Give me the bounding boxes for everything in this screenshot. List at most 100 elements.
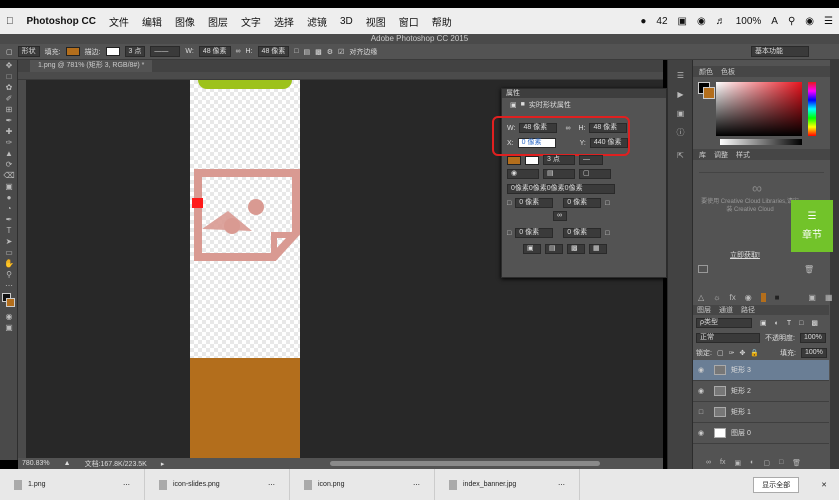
hand-tool-icon[interactable]: ✋ [0,258,18,269]
adjust-dark-swatch-icon[interactable]: ■ [775,293,780,302]
new-group-icon[interactable]: ▢ [763,459,770,467]
add-mask-icon[interactable]: ▣ [734,459,741,467]
status-menu-icon[interactable]: ▸ [161,460,165,468]
width-field[interactable]: 48 像素 [198,46,231,57]
quick-select-tool-icon[interactable]: ✐ [0,93,18,104]
filter-type-icon[interactable]: T [787,320,791,327]
hue-slider[interactable] [808,82,816,136]
tab-swatches[interactable]: 色板 [721,67,735,77]
menu-window[interactable]: 窗口 [399,14,419,29]
adjustment-layer-icon[interactable]: ◐ [750,459,754,467]
gear-icon[interactable]: ⚙ [327,48,333,56]
show-all-button[interactable]: 显示全部 [753,476,800,493]
apple-icon[interactable]:  [6,16,14,27]
layer-row[interactable]: ◉ 矩形 3 [693,360,829,381]
menu-select[interactable]: 选择 [274,14,294,29]
properties-panel-icon[interactable]: ▣ [668,108,693,119]
input-lang[interactable]: A [771,16,778,27]
delete-layer-icon[interactable]: 🗑 [792,459,801,467]
corner-tr-field[interactable]: 0 像素 [563,198,602,208]
corner-tl-field[interactable]: 0 像素 [515,198,554,208]
tab-color[interactable]: 颜色 [699,67,713,77]
download-item[interactable]: index_banner.jpg ⋯ [435,469,580,500]
exclude-shape-icon[interactable]: ▦ [589,244,607,254]
menu-filter[interactable]: 滤镜 [307,14,327,29]
tab-channels[interactable]: 通道 [719,305,733,315]
layer-fill-field[interactable]: 100% [801,348,827,358]
stroke-align-select[interactable]: ◉ [507,169,539,179]
battery-percent[interactable]: 100% [736,16,762,27]
stroke-join-select[interactable]: ▢ [579,169,611,179]
path-ops-icon[interactable]: □ [294,48,298,55]
adjust-mask-icon[interactable]: ◉ [745,293,752,302]
gradient-tool-icon[interactable]: ▣ [0,181,18,192]
layer-name[interactable]: 矩形 3 [731,365,751,375]
grayscale-ramp[interactable] [720,139,802,145]
tab-libraries[interactable]: 库 [699,150,706,160]
corner-br-field[interactable]: 0 像素 [563,228,602,238]
zoom-level[interactable]: 780.83% [22,460,50,467]
tab-paths[interactable]: 路径 [741,305,755,315]
shape-mode-select[interactable]: 形状 [17,46,40,57]
adjust-brightness-icon[interactable]: ☼ [713,293,720,302]
menu-list-icon[interactable]: ☰ [824,16,833,27]
type-tool-icon[interactable]: T [0,225,18,236]
layer-row[interactable]: ◉ 矩形 2 [693,381,829,402]
filter-smart-icon[interactable]: ▩ [811,319,818,327]
volume-icon[interactable]: ♬ [716,16,726,27]
dodge-tool-icon[interactable]: ◔ [0,203,18,214]
zoom-tool-icon[interactable]: ⚲ [0,269,18,280]
layer-filter-select[interactable]: ρ类型 [696,318,752,328]
download-filename[interactable]: 1.png [28,481,46,488]
healing-tool-icon[interactable]: ✚ [0,126,18,137]
quick-mask-icon[interactable]: ◉ [0,311,18,322]
background-color-swatch[interactable] [6,298,15,307]
screen-mode-icon[interactable]: ▣ [0,322,18,333]
path-align-icon[interactable]: ▤ [304,48,311,56]
menu-3d[interactable]: 3D [340,16,353,27]
layer-row[interactable]: □ 矩形 1 [693,402,829,423]
marquee-tool-icon[interactable]: □ [0,71,18,82]
adjust-levels-icon[interactable]: △ [698,293,704,302]
eye-icon[interactable]: ◉ [693,387,709,395]
color-picker-field[interactable] [716,82,802,136]
info-panel-icon[interactable]: ⓘ [668,127,693,138]
layer-name[interactable]: 矩形 2 [731,386,751,396]
layer-row[interactable]: ◉ 图层 0 [693,423,829,444]
mask-props-icon[interactable]: ■ [521,101,525,108]
tab-adjustments[interactable]: 调整 [714,150,728,160]
filter-shape-icon[interactable]: □ [799,320,803,327]
corner-link-icon[interactable]: ∞ [553,211,567,221]
menu-help[interactable]: 帮助 [432,14,452,29]
download-filename[interactable]: icon.png [318,481,344,488]
lock-transparent-icon[interactable]: ▢ [717,349,724,357]
fill-swatch[interactable] [65,47,80,56]
pen-tool-icon[interactable]: ✒ [0,214,18,225]
move-tool-icon[interactable]: ✥ [0,60,18,71]
stroke-width-field[interactable]: 3 点 [124,46,146,57]
brush-tool-icon[interactable]: ✑ [0,137,18,148]
tab-layers[interactable]: 图层 [697,305,711,315]
adjust-fx-icon[interactable]: fx [730,293,736,302]
prop-stroke-width-field[interactable]: 3 点 [543,155,575,165]
path-arrange-icon[interactable]: ▩ [315,48,322,56]
menu-layer[interactable]: 图层 [208,14,228,29]
more-icon[interactable]: ⋯ [558,481,565,489]
menu-app-name[interactable]: Photoshop CC [27,16,96,27]
siri-icon[interactable]: ◉ [805,16,814,27]
shape-tool-icon[interactable]: ▭ [0,247,18,258]
library-folder-icon[interactable] [698,265,708,273]
filter-pixel-icon[interactable]: ▣ [760,319,767,327]
tab-styles[interactable]: 样式 [736,150,750,160]
stroke-cap-select[interactable]: ▤ [543,169,575,179]
wifi-icon[interactable]: ◉ [697,16,706,27]
adjust-grid-icon[interactable]: ▦ [825,293,833,302]
crop-tool-icon[interactable]: ⊞ [0,104,18,115]
prop-fill-swatch[interactable] [507,155,521,165]
more-icon[interactable]: ⋯ [413,481,420,489]
right-scrollbar[interactable] [830,60,839,469]
new-layer-icon[interactable]: □ [779,459,783,467]
stroke-type-select[interactable]: —— [150,46,181,57]
layer-name[interactable]: 矩形 1 [731,407,751,417]
combine-shapes-icon[interactable]: ▣ [523,244,541,254]
